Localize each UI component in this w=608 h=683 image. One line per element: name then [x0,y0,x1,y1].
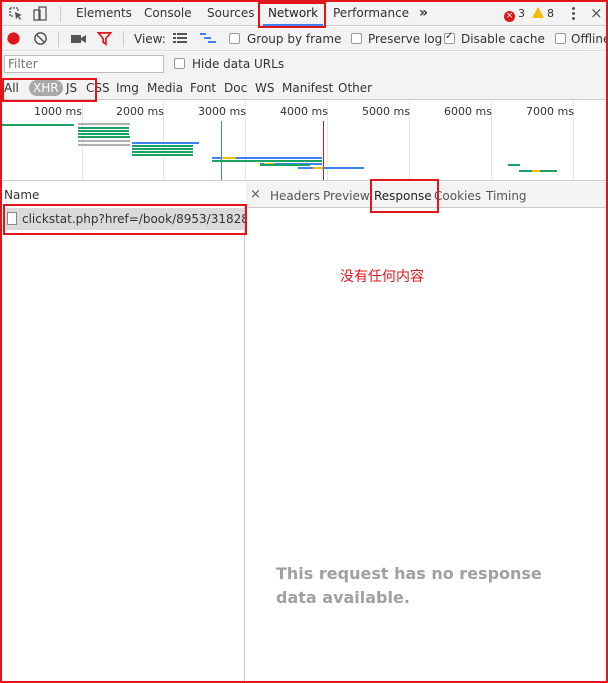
error-icon: × [504,11,515,22]
disable-cache-label: Disable cache [461,32,545,46]
tab-sources[interactable]: Sources [207,2,254,26]
request-bar [78,130,129,132]
request-bar [222,157,236,159]
group-by-frame-label: Group by frame [247,32,342,46]
timeline-label: 1000 ms [34,105,82,118]
view-label: View: [134,32,166,46]
hide-data-urls-checkbox[interactable] [174,58,185,69]
empty-response-message: This request has no response data availa… [276,564,542,607]
large-rows-icon[interactable] [173,32,188,45]
type-filter-media[interactable]: Media [147,81,183,95]
type-filter-all[interactable]: All [4,81,19,95]
request-bar [2,124,74,126]
preserve-log-checkbox[interactable] [351,33,362,44]
request-bar [298,167,364,169]
request-bar [508,164,520,166]
timeline-overview[interactable]: 1000 ms 2000 ms 3000 ms 4000 ms 5000 ms … [2,101,606,181]
request-bar [78,140,130,142]
type-filter-other[interactable]: Other [338,81,372,95]
request-bar [132,142,199,144]
preserve-log-label: Preserve log [368,32,443,46]
type-filter-img[interactable]: Img [116,81,139,95]
name-column-label: Name [4,188,40,202]
offline-checkbox[interactable] [555,33,566,44]
type-filter-manifest[interactable]: Manifest [282,81,333,95]
record-icon[interactable] [6,31,21,46]
close-devtools-icon[interactable]: × [590,2,603,26]
request-bar [260,164,310,166]
tab-console[interactable]: Console [144,2,192,26]
detail-tabs: × Headers Preview Response Cookies Timin… [246,182,606,208]
tab-response[interactable]: Response [374,189,432,203]
resource-type-filter-bar: All XHR JS CSS Img Media Font Doc WS Man… [2,77,606,100]
tab-network[interactable]: Network [263,2,323,26]
request-bar [78,136,130,138]
request-bar [78,127,129,129]
warning-count[interactable]: 8 [532,7,554,20]
warning-icon [532,7,544,18]
divider [60,6,61,22]
annotation-note: 没有任何内容 [340,269,424,285]
timeline-label: 3000 ms [198,105,246,118]
tab-preview[interactable]: Preview [323,189,370,203]
filter-bar: Hide data URLs [2,52,606,77]
tab-headers[interactable]: Headers [270,189,320,203]
capture-screenshots-icon[interactable] [70,32,87,46]
type-filter-xhr[interactable]: XHR [29,80,63,96]
menu-kebab-icon[interactable] [571,6,575,22]
error-count-label: 3 [518,7,525,20]
domcontentloaded-marker [221,121,222,180]
hide-data-urls-label: Hide data URLs [192,57,285,71]
request-bar [132,145,193,147]
offline-label: Offline [571,32,608,46]
tab-performance[interactable]: Performance [333,2,409,26]
more-tabs-button[interactable]: » [419,2,428,26]
warning-count-label: 8 [547,7,554,20]
request-bar [532,170,540,172]
network-toolbar: View: Group by frame Preserve log Disabl… [2,27,608,51]
load-marker [323,121,324,180]
request-bar [78,133,129,135]
request-bar [78,123,130,125]
disable-cache-checkbox[interactable] [444,31,455,44]
type-filter-doc[interactable]: Doc [224,81,247,95]
request-bar [78,144,130,146]
request-bar [132,151,193,153]
tab-cookies[interactable]: Cookies [434,189,481,203]
type-filter-js[interactable]: JS [66,81,77,95]
timeline-label: 2000 ms [116,105,164,118]
group-by-frame-checkbox[interactable] [229,33,240,44]
waterfall-icon[interactable] [200,32,217,45]
close-detail-icon[interactable]: × [250,187,261,202]
timeline-label: 4000 ms [280,105,328,118]
clear-icon[interactable] [33,31,48,46]
request-bar [212,160,322,162]
request-bar [132,148,193,150]
timeline-label: 6000 ms [444,105,492,118]
error-count[interactable]: × 3 [504,7,525,22]
request-bar [313,167,323,169]
request-list: Name clickstat.php?href=/book/8953/31828… [2,182,272,681]
file-icon [7,212,17,225]
table-row[interactable]: clickstat.php?href=/book/8953/318287.... [4,208,272,230]
type-filter-font[interactable]: Font [190,81,216,95]
type-filter-css[interactable]: CSS [86,81,110,95]
request-bar [132,154,193,156]
timeline-label: 5000 ms [362,105,410,118]
divider [123,31,124,47]
timeline-label: 7000 ms [526,105,574,118]
device-toolbar-icon[interactable] [32,6,48,22]
filter-icon[interactable] [97,31,112,46]
name-column-header[interactable]: Name [2,182,245,205]
divider [58,31,59,47]
filter-input[interactable] [4,55,164,73]
type-filter-ws[interactable]: WS [255,81,274,95]
devtools-tab-bar: Elements Console Sources Network Perform… [2,2,606,26]
tab-timing[interactable]: Timing [486,189,527,203]
inspect-element-icon[interactable] [8,6,24,22]
request-detail-pane: × Headers Preview Response Cookies Timin… [246,182,606,681]
tab-elements[interactable]: Elements [76,2,132,26]
request-name: clickstat.php?href=/book/8953/318287.... [22,212,272,226]
